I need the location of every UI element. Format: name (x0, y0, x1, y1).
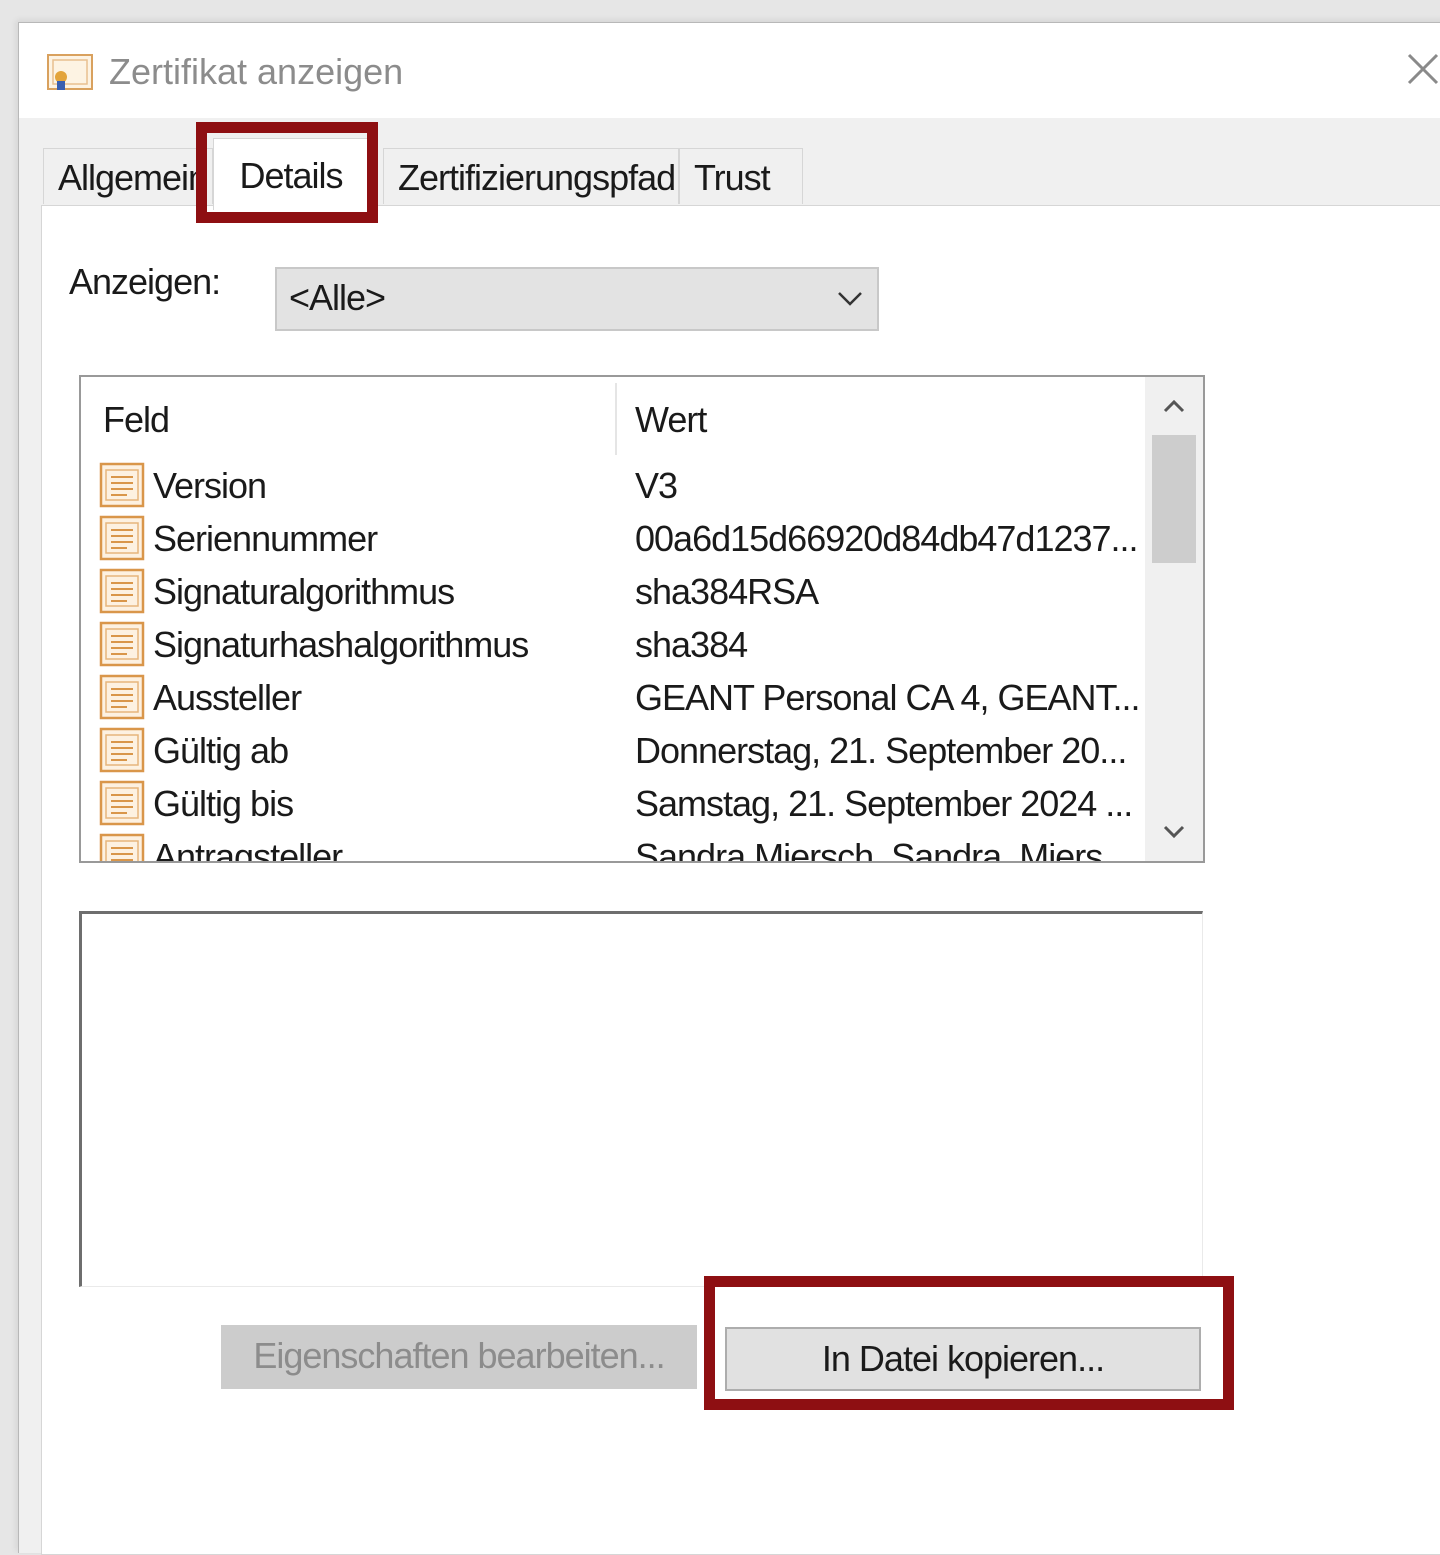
field-value: 00a6d15d66920d84db47d1237... (635, 518, 1139, 559)
field-name: Gültig bis (153, 783, 294, 824)
certificate-field-icon (99, 780, 145, 826)
column-header-field[interactable]: Feld (103, 399, 170, 441)
list-item[interactable]: Gültig bis Samstag, 21. September 2024 ..… (81, 777, 1145, 830)
tab-trust[interactable]: Trust (679, 148, 803, 204)
tab-zertifizierungspfad[interactable]: Zertifizierungspfad (383, 148, 679, 204)
certificate-field-icon (99, 515, 145, 561)
field-list[interactable]: Feld Wert Version V3 Seriennummer 00a6d15d6… (79, 375, 1205, 863)
certificate-field-icon (99, 568, 145, 614)
certificate-field-icon (99, 727, 145, 773)
scroll-down-icon[interactable] (1159, 817, 1189, 847)
list-item[interactable]: Antragsteller Sandra Miersch, Sandra, Mie… (81, 830, 1145, 863)
field-value: V3 (635, 465, 678, 506)
field-value: Donnerstag, 21. September 20... (635, 730, 1127, 771)
field-name: Gültig ab (153, 730, 289, 771)
edit-properties-button[interactable]: Eigenschaften bearbeiten... (221, 1325, 697, 1389)
column-separator[interactable] (615, 383, 617, 455)
window-title: Zertifikat anzeigen (109, 51, 404, 92)
show-select[interactable]: <Alle> (275, 267, 879, 331)
list-item[interactable]: Signaturhashalgorithmus sha384 (81, 618, 1145, 671)
certificate-icon (47, 54, 93, 90)
certificate-field-icon (99, 621, 145, 667)
certificate-field-icon (99, 833, 145, 861)
list-item[interactable]: Version V3 (81, 459, 1145, 512)
field-value: GEANT Personal CA 4, GEANT... (635, 677, 1141, 718)
field-name: Antragsteller (153, 836, 343, 863)
close-icon[interactable] (1399, 45, 1440, 93)
field-name: Seriennummer (153, 518, 378, 559)
chevron-down-icon (838, 292, 862, 306)
copy-to-file-button[interactable]: In Datei kopieren... (725, 1327, 1201, 1391)
field-value: sha384 (635, 624, 748, 665)
field-value: sha384RSA (635, 571, 819, 612)
list-item[interactable]: Gültig ab Donnerstag, 21. September 20... (81, 724, 1145, 777)
tab-strip: Allgemein Details Zertifizierungspfad Tr… (41, 138, 1440, 210)
field-value: Sandra Miersch, Sandra, Miers (635, 836, 1103, 863)
field-name: Aussteller (153, 677, 302, 718)
show-select-value: <Alle> (289, 277, 386, 318)
tab-details[interactable]: Details (213, 138, 369, 210)
field-value: Samstag, 21. September 2024 ... (635, 783, 1133, 824)
field-detail-textbox[interactable] (79, 911, 1203, 1287)
scrollbar-thumb[interactable] (1152, 435, 1196, 563)
list-item[interactable]: Seriennummer 00a6d15d66920d84db47d1237... (81, 512, 1145, 565)
list-item[interactable]: Aussteller GEANT Personal CA 4, GEANT... (81, 671, 1145, 724)
certificate-field-icon (99, 674, 145, 720)
title-bar: Zertifikat anzeigen (19, 23, 1440, 118)
list-rows: Version V3 Seriennummer 00a6d15d66920d84db4… (81, 459, 1145, 863)
certificate-dialog: Zertifikat anzeigen Allgemein Details Ze… (18, 22, 1440, 1555)
certificate-field-icon (99, 462, 145, 508)
show-label: Anzeigen: (69, 261, 221, 302)
field-name: Signaturalgorithmus (153, 571, 455, 612)
tab-allgemein[interactable]: Allgemein (43, 148, 213, 204)
field-name: Signaturhashalgorithmus (153, 624, 529, 665)
column-header-value[interactable]: Wert (635, 399, 707, 441)
list-item[interactable]: Signaturalgorithmus sha384RSA (81, 565, 1145, 618)
vertical-scrollbar[interactable] (1145, 377, 1203, 861)
field-name: Version (153, 465, 267, 506)
scroll-up-icon[interactable] (1159, 391, 1189, 421)
list-header: Feld Wert (81, 377, 1145, 457)
